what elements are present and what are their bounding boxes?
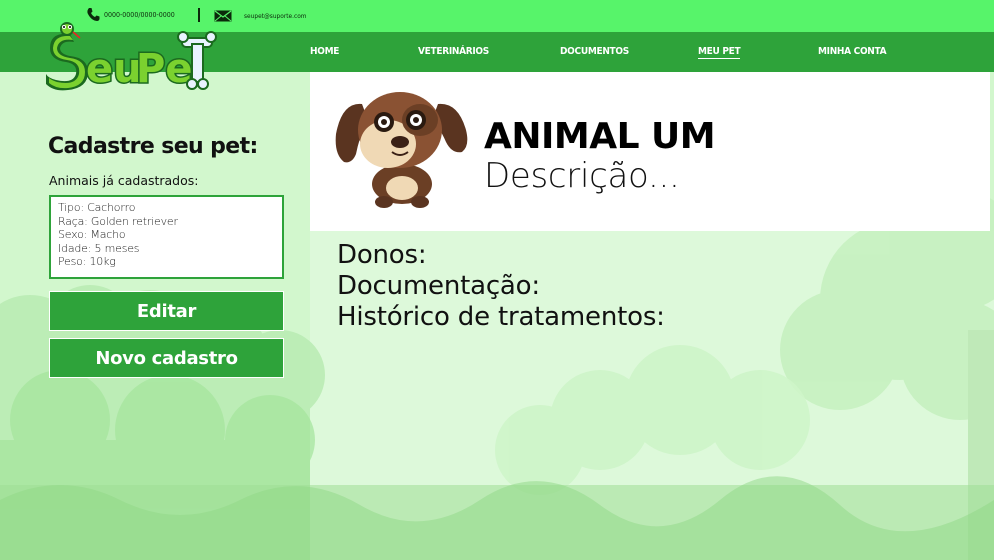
nav-home[interactable]: HOME	[310, 46, 339, 57]
pet-age: Idade: 5 meses	[58, 241, 140, 255]
animal-header: ANIMAL UM Descrição...	[310, 72, 990, 231]
support-email[interactable]: seupet@suporte.com	[244, 12, 307, 20]
sidebar: Cadastre seu pet: Animais já cadastrados…	[0, 72, 310, 560]
edit-button[interactable]: Editar	[49, 291, 284, 331]
registered-subtitle: Animais já cadastrados:	[49, 173, 199, 188]
phone-number: 0000-0000/0000-0000	[104, 11, 175, 19]
pet-card[interactable]: Tipo: Cachorro Raça: Golden retriever Se…	[49, 195, 284, 279]
pet-weight: Peso: 10kg	[58, 255, 116, 268]
nav-minha-conta[interactable]: MINHA CONTA	[818, 46, 887, 57]
nav-veterinarios[interactable]: VETERINÁRIOS	[418, 46, 489, 57]
documentation-label: Documentação:	[337, 271, 540, 301]
seupet-logo[interactable]: eu Pe	[40, 20, 218, 94]
pet-sex: Sexo: Macho	[58, 228, 126, 241]
pet-type: Tipo: Cachorro	[58, 201, 136, 214]
svg-text:eu: eu	[86, 46, 142, 92]
owners-label: Donos:	[337, 240, 427, 270]
treatment-history-label: Histórico de tratamentos:	[337, 302, 665, 332]
animal-name: ANIMAL UM	[484, 116, 716, 157]
nav-meu-pet[interactable]: MEU PET	[698, 46, 741, 59]
pet-breed: Raça: Golden retriever	[58, 214, 178, 228]
nav-documentos[interactable]: DOCUMENTOS	[560, 46, 629, 57]
animal-details: Donos: Documentação: Histórico de tratam…	[337, 240, 665, 333]
svg-text:Pe: Pe	[136, 46, 192, 92]
dog-icon	[335, 92, 468, 208]
register-title: Cadastre seu pet:	[48, 134, 258, 159]
animal-description: Descrição...	[484, 156, 680, 196]
new-register-button[interactable]: Novo cadastro	[49, 338, 284, 378]
